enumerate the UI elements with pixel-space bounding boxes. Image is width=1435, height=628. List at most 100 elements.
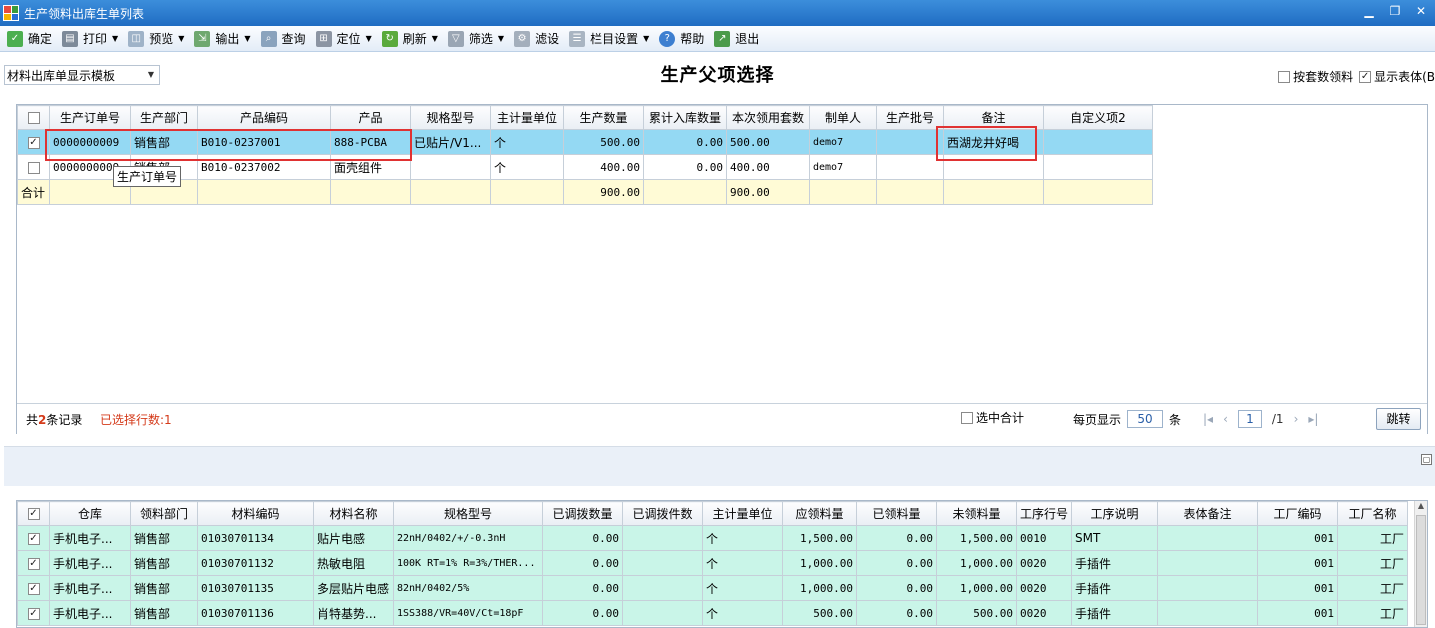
filter-settings-button[interactable]: ⚙ 滤设	[511, 28, 562, 50]
column-header[interactable]: 材料编码	[197, 501, 314, 526]
column-header[interactable]: 生产数量	[563, 105, 644, 130]
table-header-row: ✓ 仓库 领料部门 材料编码 材料名称 规格型号 已调拨数量 已调拨件数 主计量…	[17, 501, 1409, 526]
row-checkbox[interactable]: ✓	[17, 575, 50, 601]
exit-button[interactable]: ↗ 退出	[711, 28, 762, 50]
chevron-down-icon[interactable]: ▼	[178, 34, 184, 43]
check-icon: ✓	[7, 30, 23, 47]
refresh-button[interactable]: ↻ 刷新 ▼	[379, 28, 441, 50]
chevron-down-icon[interactable]: ▼	[432, 34, 438, 43]
confirm-button[interactable]: ✓ 确定	[4, 28, 55, 50]
show-body-checkbox[interactable]: ✓ 显示表体(B	[1359, 68, 1435, 85]
scroll-thumb[interactable]	[1416, 515, 1426, 625]
expand-icon[interactable]: ▢	[1421, 454, 1432, 465]
export-button[interactable]: ⇲ 输出 ▼	[191, 28, 253, 50]
locate-icon: ⊞	[315, 30, 332, 47]
column-header[interactable]: 表体备注	[1157, 501, 1259, 526]
locate-button[interactable]: ⊞ 定位 ▼	[313, 28, 375, 50]
column-header[interactable]: 已领料量	[856, 501, 937, 526]
chevron-down-icon[interactable]: ▼	[244, 34, 250, 43]
column-header[interactable]: 工厂名称	[1337, 501, 1409, 526]
table-row[interactable]: ✓ 手机电子... 销售部 01030701135 多层贴片电感 82nH/0402/5…	[17, 575, 1409, 601]
column-header[interactable]: 未领料量	[936, 501, 1017, 526]
column-header[interactable]: 工序说明	[1071, 501, 1159, 526]
column-header[interactable]: 生产订单号	[49, 105, 131, 130]
pagination-footer: 共2条记录 已选择行数:1 选中合计 每页显示 50 条 |◂ ‹ 1 /1 › ▸…	[17, 403, 1427, 434]
preview-icon: ◫	[128, 30, 145, 47]
column-header[interactable]: 生产部门	[130, 105, 198, 130]
column-header[interactable]: 自定义项2	[1043, 105, 1153, 130]
select-all-checkbox[interactable]: ✓	[17, 501, 50, 526]
vertical-scrollbar[interactable]: ▲	[1414, 501, 1427, 627]
page-size-input[interactable]: 50	[1127, 410, 1164, 428]
checkbox-icon	[1278, 70, 1291, 83]
column-header[interactable]: 领料部门	[130, 501, 198, 526]
minimize-icon[interactable]: ▁	[1361, 4, 1377, 18]
sub-bar: 材料出库单显示模板 ▼ 生产父项选择 按套数领料 ✓ 显示表体(B	[0, 52, 1435, 98]
funnel-icon: ▽	[447, 30, 464, 47]
column-header[interactable]: 产品	[330, 105, 411, 130]
page-size: 每页显示 50 条	[1073, 410, 1182, 428]
column-header[interactable]: 本次领用套数	[726, 105, 810, 130]
chevron-down-icon[interactable]: ▼	[366, 34, 372, 43]
columns-icon: ☰	[569, 30, 586, 47]
jump-button[interactable]: 跳转	[1376, 408, 1421, 430]
prev-page-icon[interactable]: ‹	[1223, 412, 1228, 426]
help-button[interactable]: ? 帮助	[656, 28, 707, 50]
checkbox-checked-icon: ✓	[1359, 70, 1372, 83]
column-header[interactable]: 主计量单位	[702, 501, 783, 526]
table-row[interactable]: ✓ 手机电子... 销售部 01030701132 热敏电阻 100K RT=1% R=…	[17, 550, 1409, 576]
column-header[interactable]: 已调拨数量	[542, 501, 623, 526]
page-number-input[interactable]: 1	[1237, 410, 1262, 428]
help-icon: ?	[659, 30, 676, 47]
column-header[interactable]: 主计量单位	[490, 105, 564, 130]
export-icon: ⇲	[194, 30, 211, 47]
filter-button[interactable]: ▽ 筛选 ▼	[445, 28, 507, 50]
panel-splitter[interactable]: ▢	[4, 446, 1435, 486]
chevron-down-icon[interactable]: ▼	[643, 34, 649, 43]
row-checkbox[interactable]: ✓	[17, 525, 50, 551]
column-header[interactable]: 制单人	[809, 105, 877, 130]
sum-selected-checkbox[interactable]: 选中合计	[961, 409, 1024, 426]
materials-panel: ✓ 仓库 领料部门 材料编码 材料名称 规格型号 已调拨数量 已调拨件数 主计量…	[16, 500, 1428, 628]
table-row[interactable]: ✓ 手机电子... 销售部 01030701136 肖特基势... 1SS388/VR=…	[17, 600, 1409, 626]
column-header[interactable]: 规格型号	[393, 501, 543, 526]
column-header[interactable]: 产品编码	[197, 105, 331, 130]
column-header[interactable]: 应领料量	[782, 501, 857, 526]
restore-icon[interactable]: ❐	[1387, 4, 1403, 18]
column-header[interactable]: 已调拨件数	[622, 501, 703, 526]
column-header[interactable]: 工厂编码	[1257, 501, 1339, 526]
column-settings-button[interactable]: ☰ 栏目设置 ▼	[566, 28, 652, 50]
table-row[interactable]: ✓ 手机电子... 销售部 01030701134 贴片电感 22nH/0402/+/-…	[17, 525, 1409, 551]
scroll-up-icon[interactable]: ▲	[1415, 501, 1427, 514]
close-icon[interactable]: ✕	[1413, 4, 1429, 18]
app-icon	[3, 5, 19, 21]
select-all-checkbox[interactable]	[17, 105, 50, 130]
checkbox-icon	[961, 411, 973, 424]
first-page-icon[interactable]: |◂	[1203, 412, 1213, 426]
exit-icon: ↗	[714, 30, 731, 47]
column-header[interactable]: 仓库	[49, 501, 131, 526]
print-button[interactable]: ▤ 打印 ▼	[59, 28, 121, 50]
refresh-icon: ↻	[381, 30, 398, 47]
last-page-icon[interactable]: ▸|	[1308, 412, 1318, 426]
filter-settings-icon: ⚙	[514, 30, 531, 47]
search-icon: ⌕	[260, 30, 277, 47]
total-row: 合计 900.00 900.00	[17, 179, 1153, 205]
title-bar: 生产领料出库生单列表 ▁ ❐ ✕	[0, 0, 1435, 26]
record-count: 共2条记录	[26, 413, 83, 427]
chevron-down-icon[interactable]: ▼	[498, 34, 504, 43]
column-header[interactable]: 规格型号	[410, 105, 491, 130]
column-header[interactable]: 材料名称	[313, 501, 394, 526]
preview-button[interactable]: ◫ 预览 ▼	[125, 28, 187, 50]
row-checkbox[interactable]: ✓	[17, 600, 50, 626]
column-header[interactable]: 累计入库数量	[643, 105, 727, 130]
column-header[interactable]: 工序行号	[1015, 501, 1073, 526]
next-page-icon[interactable]: ›	[1294, 412, 1299, 426]
by-set-checkbox[interactable]: 按套数领料	[1278, 68, 1353, 85]
row-checkbox[interactable]: ✓	[17, 550, 50, 576]
chevron-down-icon[interactable]: ▼	[112, 34, 118, 43]
toolbar: ✓ 确定 ▤ 打印 ▼ ◫ 预览 ▼ ⇲ 输出 ▼ ⌕ 查询 ⊞ 定位 ▼ ↻ 刷新 ▼ ▽ 筛选 ▼ ⚙ 滤…	[0, 26, 1435, 52]
query-button[interactable]: ⌕ 查询	[258, 28, 309, 50]
materials-table: ✓ 仓库 领料部门 材料编码 材料名称 规格型号 已调拨数量 已调拨件数 主计量…	[17, 501, 1409, 626]
column-header[interactable]: 生产批号	[876, 105, 944, 130]
